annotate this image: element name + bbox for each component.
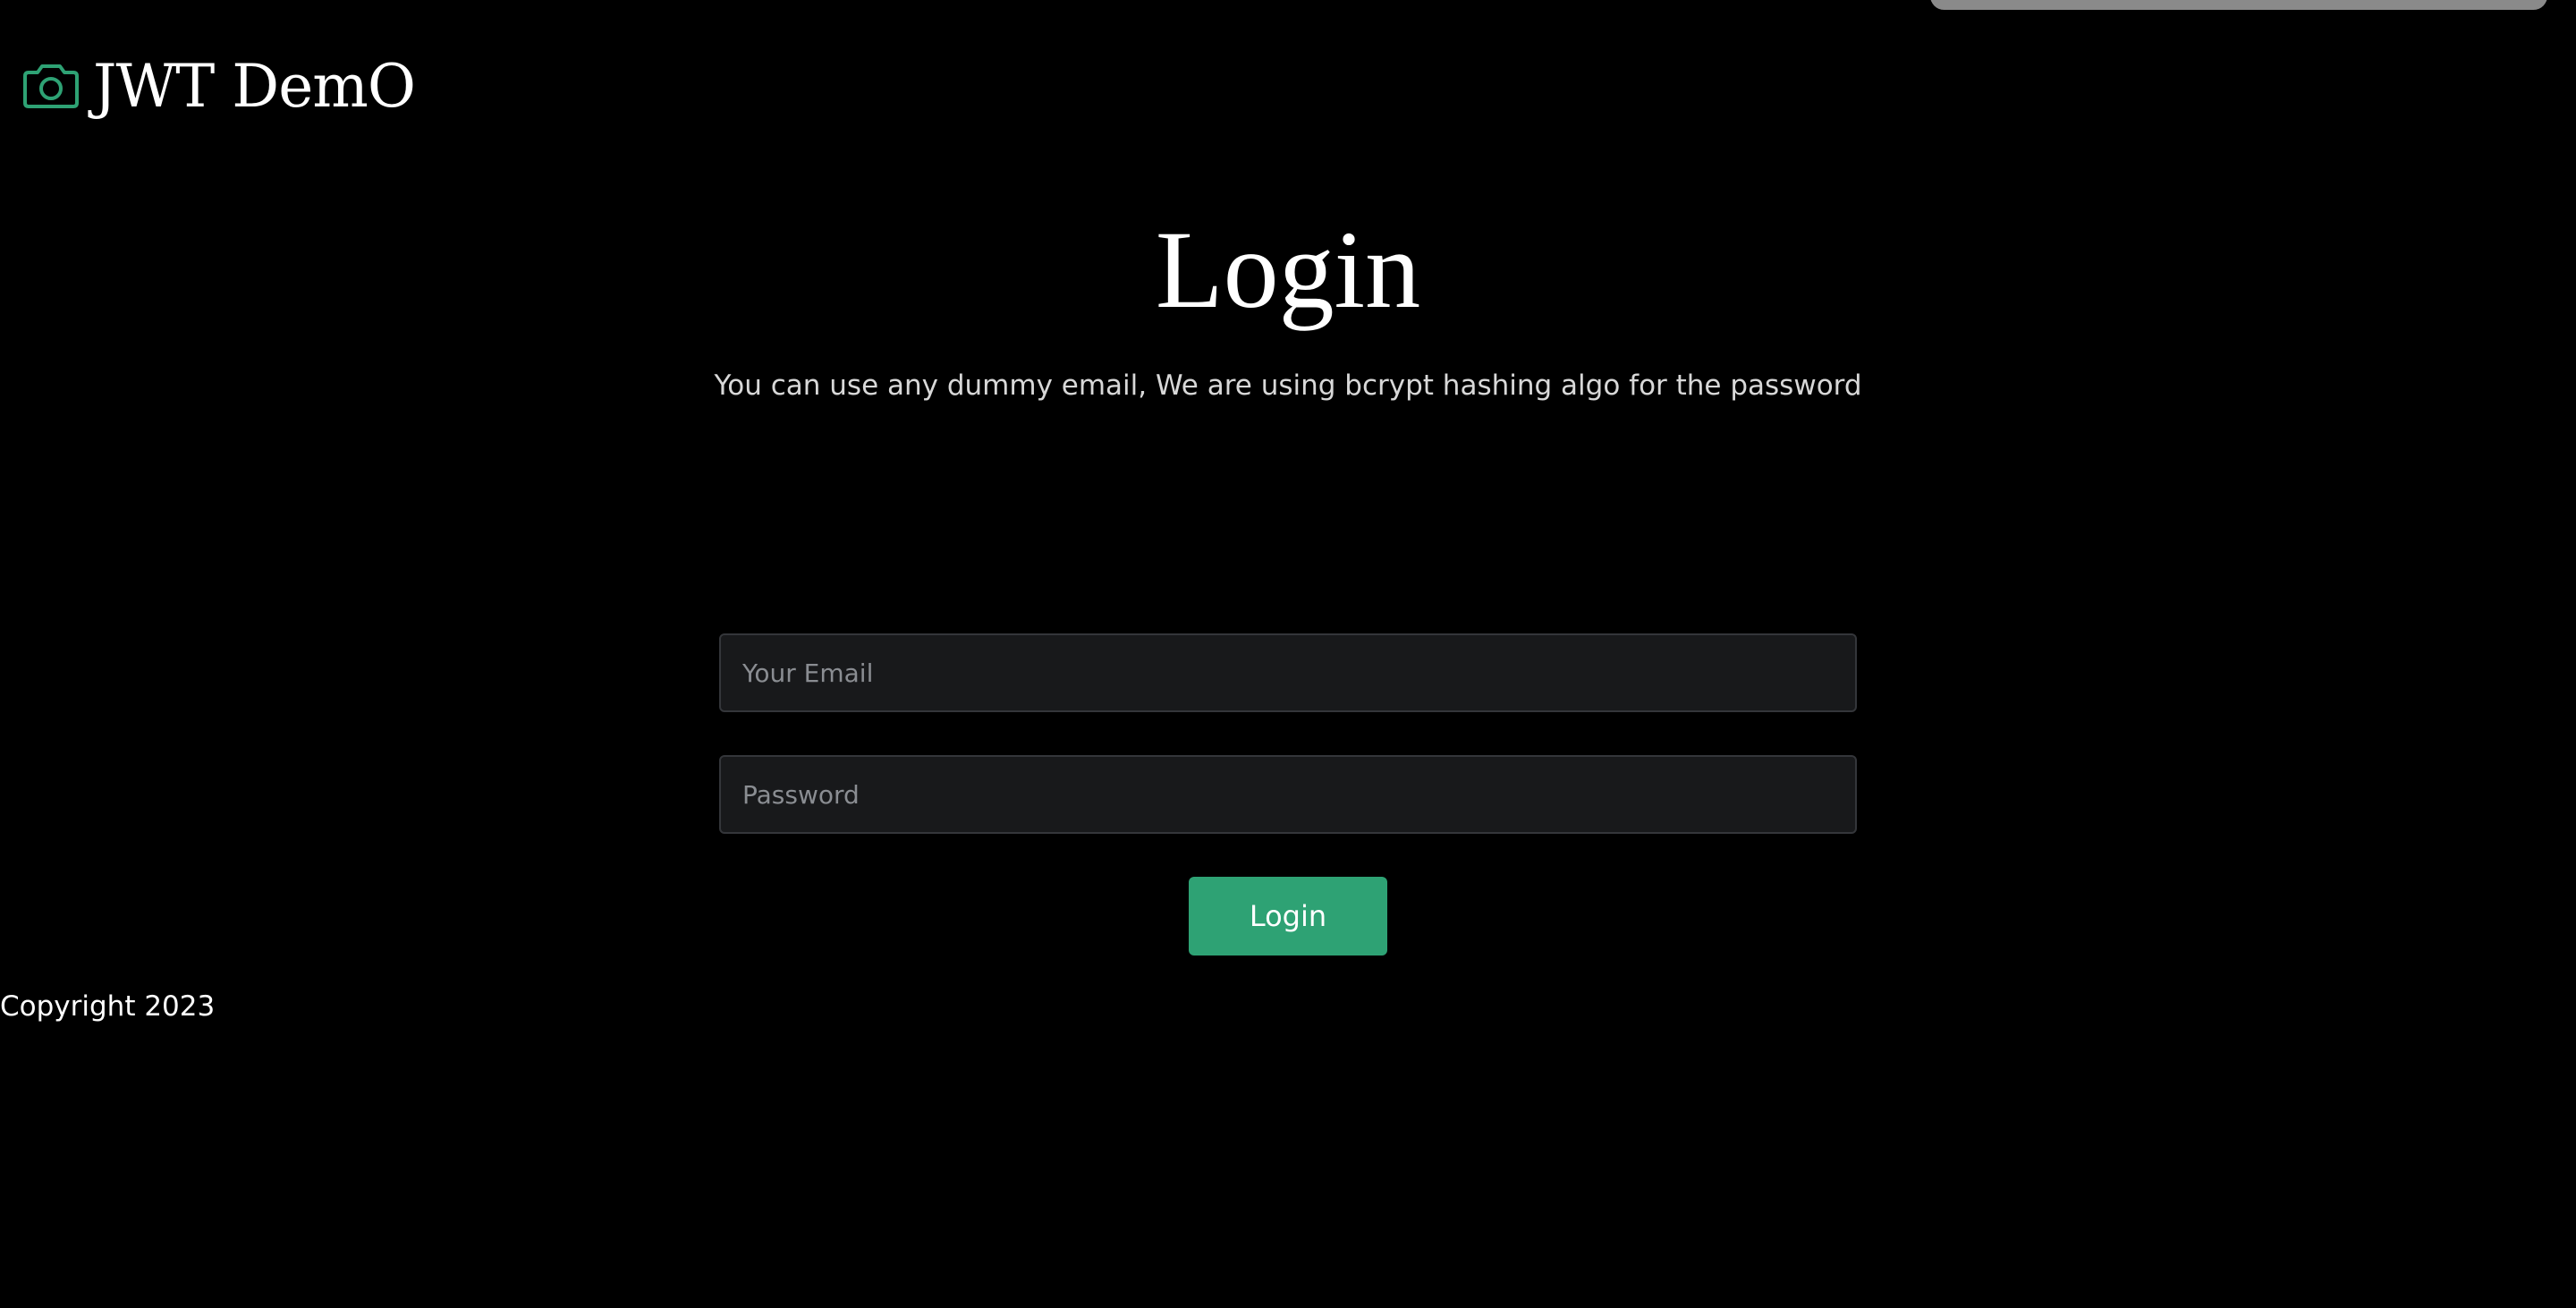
page-title: Login <box>1155 208 1421 331</box>
camera-icon <box>20 60 82 114</box>
top-scroll-indicator <box>1930 0 2547 10</box>
login-button[interactable]: Login <box>1189 877 1387 956</box>
password-field[interactable] <box>719 755 1857 834</box>
brand-name: JWT DemO <box>93 52 416 121</box>
page-subtitle: You can use any dummy email, We are usin… <box>714 369 1862 402</box>
footer-copyright: Copyright 2023 <box>0 990 216 1023</box>
email-field[interactable] <box>719 633 1857 712</box>
brand-logo[interactable]: JWT DemO <box>20 47 416 127</box>
